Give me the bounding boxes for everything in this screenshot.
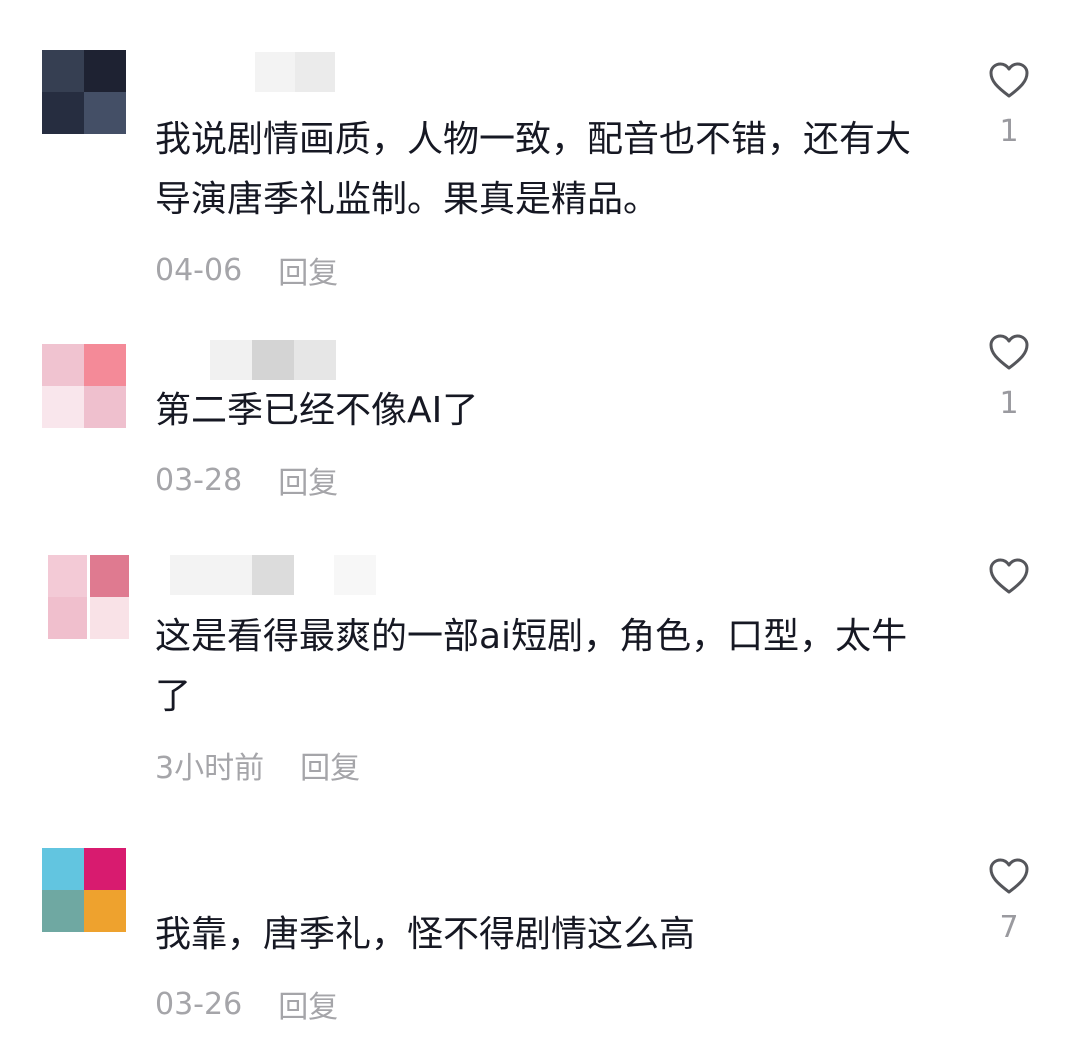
heart-outline-icon [989,858,1029,894]
avatar[interactable] [42,344,126,428]
comment-date: 04-06 [155,252,243,288]
avatar-tile [48,555,87,597]
comment-meta: 03-26 回复 [155,982,338,1026]
like-button[interactable]: 1 [985,332,1033,421]
reply-button[interactable]: 回复 [278,248,338,292]
avatar-tile [42,848,84,890]
comment-meta: 04-06 回复 [155,248,338,292]
avatar-tile [42,50,84,92]
comment-meta: 3小时前 回复 [155,743,360,787]
comment-text: 这是看得最爽的一部ai短剧，角色，口型，太牛了 [155,616,908,717]
comment-text: 我靠，唐季礼，怪不得剧情这么高 [155,914,696,955]
like-count: 1 [999,386,1019,421]
avatar-tile [84,50,126,92]
comment-meta: 03-28 回复 [155,458,338,502]
reply-button[interactable]: 回复 [278,982,338,1026]
comment-date: 03-28 [155,462,243,498]
avatar-tile [84,890,126,932]
avatar-tile [90,555,129,597]
avatar-tile [48,597,87,639]
avatar-tile [42,890,84,932]
heart-outline-icon [989,62,1029,98]
reply-button[interactable]: 回复 [300,743,360,787]
reply-button[interactable]: 回复 [278,458,338,502]
username-blurred[interactable] [155,340,336,380]
avatar[interactable] [42,50,126,134]
username-blurred[interactable] [155,52,335,92]
avatar-tile [84,848,126,890]
comment-text: 第二季已经不像AI了 [155,390,479,431]
avatar-tile [84,92,126,134]
comment-date: 03-26 [155,986,243,1022]
comment-text: 我说剧情画质，人物一致，配音也不错，还有大导演唐季礼监制。果真是精品。 [155,119,912,220]
like-count: 1 [999,114,1019,149]
avatar-tile [42,344,84,386]
avatar-tile [42,92,84,134]
like-button[interactable]: 1 [985,60,1033,149]
avatar[interactable] [48,555,129,639]
like-button[interactable]: 7 [985,856,1033,945]
like-count: 7 [999,910,1019,945]
avatar-tile [90,597,129,639]
avatar-tile [84,386,126,428]
username-blurred[interactable] [155,555,376,595]
comment-date: 3小时前 [155,751,265,786]
avatar-tile [84,344,126,386]
heart-outline-icon [989,558,1029,594]
heart-outline-icon [989,334,1029,370]
avatar-tile [42,386,84,428]
like-button[interactable] [985,556,1033,610]
avatar[interactable] [42,848,126,932]
